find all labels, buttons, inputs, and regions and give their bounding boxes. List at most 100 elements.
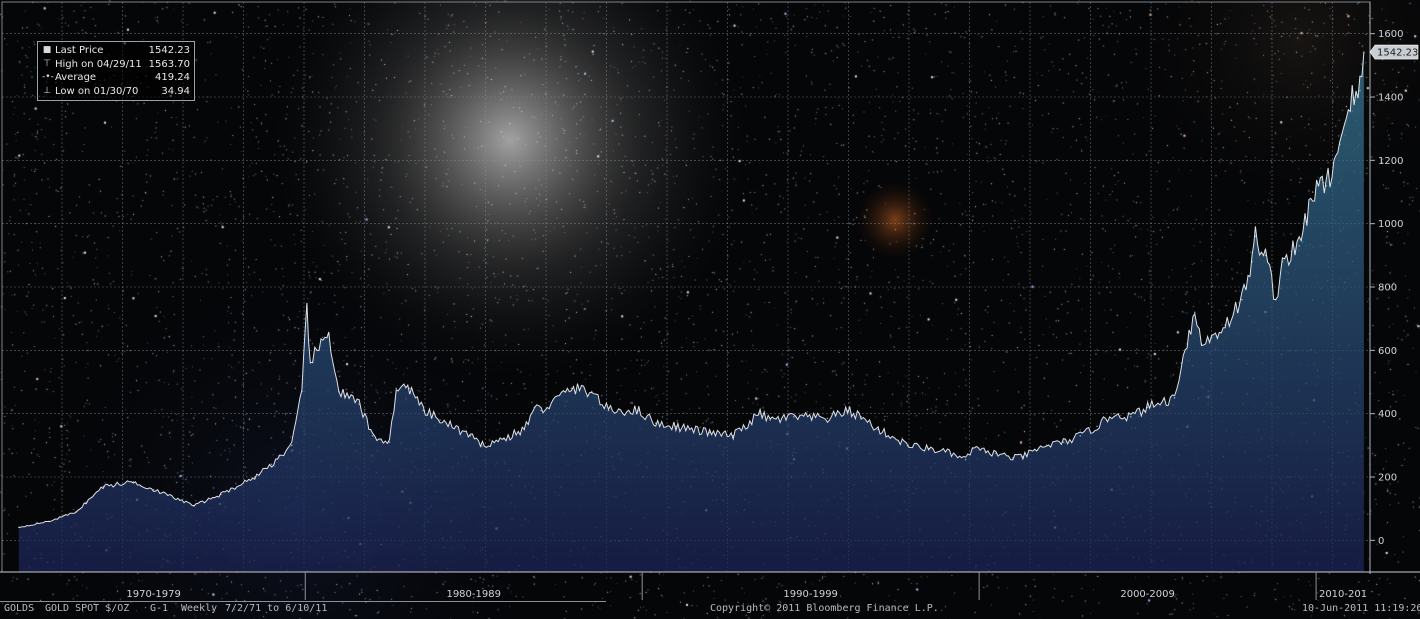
legend-label: Average: [55, 72, 97, 83]
y-tick-label: 1600: [1378, 29, 1403, 40]
data-point: [944, 450, 947, 453]
data-point: [193, 504, 195, 507]
data-point: [316, 349, 318, 352]
legend-row-low: ⊥ Low on 01/30/70 34.94: [42, 85, 190, 99]
data-point: [826, 417, 829, 420]
data-point: [270, 463, 273, 466]
footer-frequency: Weekly: [181, 603, 218, 614]
data-point: [75, 511, 77, 513]
data-point: [877, 428, 879, 431]
data-point: [1325, 184, 1327, 187]
data-point: [1311, 191, 1314, 193]
data-point: [422, 409, 424, 412]
data-point: [759, 412, 761, 415]
data-point: [1146, 406, 1149, 409]
data-point: [927, 447, 930, 450]
legend: ■ Last Price 1542.23 ⊤ High on 04/29/11 15…: [37, 41, 195, 101]
legend-label: Low on 01/30/70: [55, 85, 139, 97]
x-period-label: 1990-1999: [783, 589, 838, 600]
data-point: [1173, 397, 1176, 399]
legend-value: 1563.70: [148, 58, 190, 70]
data-point: [675, 425, 677, 428]
footer-copyright: Copyright© 2011 Bloomberg Finance L.P.: [710, 603, 939, 614]
data-point: [1359, 89, 1361, 92]
data-point: [395, 387, 398, 390]
data-point: [309, 362, 312, 364]
data-point: [479, 444, 482, 447]
data-point: [1180, 362, 1183, 364]
data-point: [1193, 311, 1196, 314]
data-point: [860, 416, 863, 418]
footer-timestamp: 10-Jun-2011 11:19:26: [1302, 603, 1420, 614]
data-point: [708, 431, 711, 434]
legend-label: High on 04/29/11: [55, 58, 142, 70]
data-point: [1200, 343, 1203, 345]
data-point: [18, 526, 20, 529]
data-point: [1224, 324, 1226, 326]
y-tick-label: 1200: [1378, 156, 1403, 167]
data-point: [1264, 254, 1267, 257]
data-point: [253, 476, 256, 478]
data-point: [540, 409, 542, 412]
footer-security: GOLD SPOT $/OZ: [45, 603, 130, 614]
legend-row-average: -•- Average 419.24: [42, 71, 190, 85]
data-point: [732, 435, 734, 437]
data-point: [1129, 416, 1132, 418]
data-point: [102, 485, 104, 488]
x-period-label: 1970-1979: [126, 589, 181, 600]
data-point: [523, 428, 526, 431]
data-point: [1113, 412, 1115, 415]
legend-value: 1542.23: [148, 45, 190, 56]
data-point: [533, 406, 536, 409]
legend-value: 34.94: [161, 85, 190, 97]
data-point: [328, 333, 330, 336]
legend-row-last-price: ■ Last Price 1542.23: [42, 44, 190, 58]
data-point: [995, 452, 997, 455]
high-marker-icon: ⊤: [43, 58, 51, 69]
data-point: [48, 520, 50, 523]
low-marker-icon: ⊥: [43, 85, 51, 96]
data-point: [1241, 298, 1243, 301]
data-point: [1363, 51, 1365, 53]
data-point: [638, 409, 640, 412]
data-point: [570, 387, 573, 390]
data-point: [1079, 435, 1082, 437]
y-tick-label: 400: [1378, 409, 1397, 420]
data-point: [1210, 336, 1213, 339]
data-point: [220, 493, 222, 496]
data-point: [964, 458, 967, 461]
square-icon: ■: [42, 45, 52, 55]
data-point: [132, 480, 135, 483]
legend-row-high: ⊤ High on 04/29/11 1563.70: [42, 58, 190, 72]
data-point: [1254, 235, 1257, 238]
data-point: [371, 435, 374, 437]
data-point: [1062, 441, 1065, 443]
data-point: [907, 444, 910, 447]
data-point: [607, 409, 610, 412]
data-point: [1298, 245, 1301, 247]
data-point: [358, 403, 360, 405]
y-tick-label: 200: [1378, 473, 1397, 484]
data-point: [985, 450, 987, 453]
x-period-label: 2010-201: [1319, 589, 1367, 600]
price-chart: 0 200 400 600 800 1000 1200 1400 1600 1542.23 1970…: [0, 1, 1420, 600]
data-point: [85, 501, 88, 504]
data-point: [1096, 425, 1098, 428]
data-point: [1045, 444, 1048, 447]
data-point: [971, 447, 974, 450]
footer-ticker: GOLDS: [4, 603, 35, 614]
data-point: [654, 422, 657, 424]
data-point: [1338, 143, 1341, 146]
data-point: [338, 390, 340, 393]
y-tick-label: 600: [1378, 346, 1397, 357]
x-period-label: 1980-1989: [446, 589, 501, 600]
average-marker-icon: -•-: [42, 72, 54, 82]
data-point: [469, 435, 472, 437]
last-price-tag: 1542.23: [1369, 44, 1418, 60]
data-point: [408, 387, 411, 390]
data-point: [290, 444, 293, 447]
data-point: [503, 438, 505, 440]
data-point: [1345, 105, 1348, 108]
data-point: [1022, 455, 1024, 458]
y-tick-label: 800: [1378, 283, 1397, 294]
